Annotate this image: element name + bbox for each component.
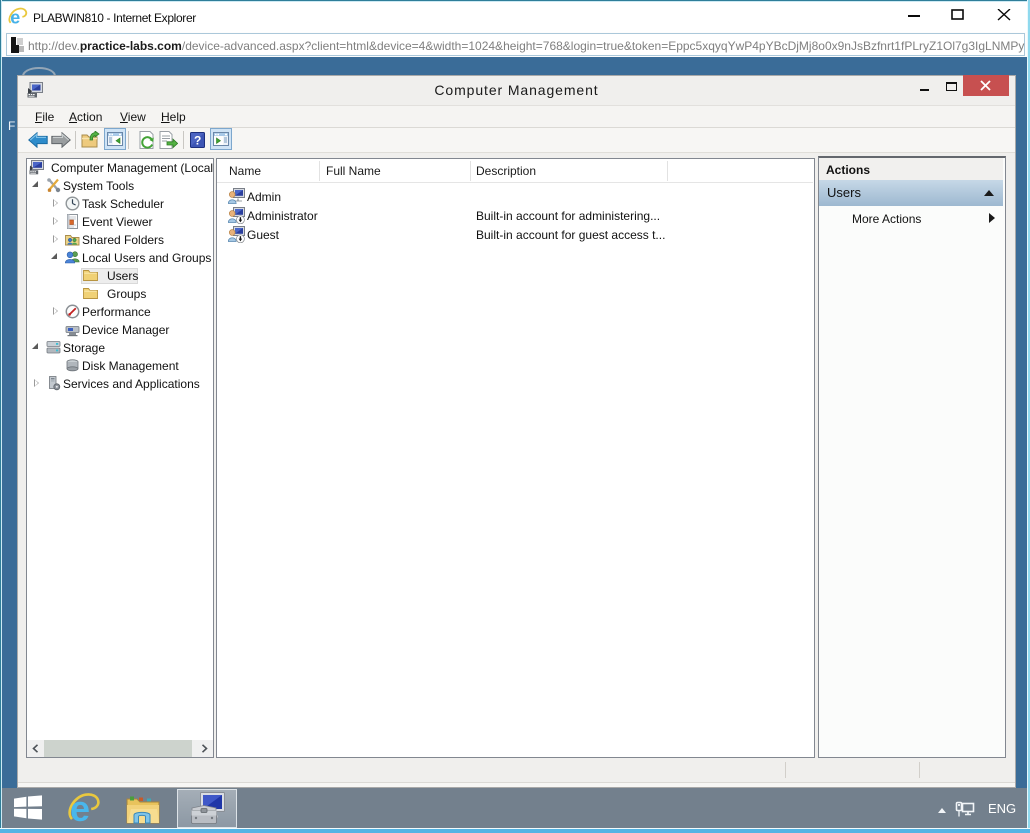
svg-text:e: e (70, 790, 90, 826)
svg-text:e: e (10, 8, 20, 26)
svg-text:?: ? (194, 134, 201, 148)
